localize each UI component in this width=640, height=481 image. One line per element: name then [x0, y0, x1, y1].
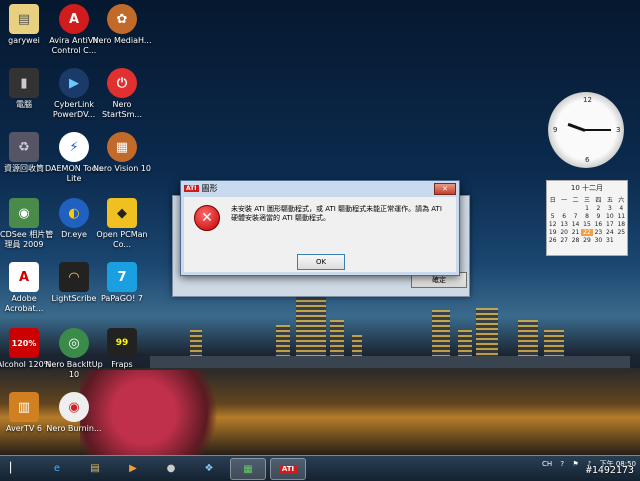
calendar-day[interactable]: 22 — [581, 229, 593, 236]
calendar-day[interactable]: 29 — [581, 237, 592, 244]
desktop-icon-nero-startsmart[interactable]: ⏻ Nero StartSm... — [92, 68, 152, 120]
desktop-icon-papago[interactable]: 7 PaPaGO! 7 — [92, 262, 152, 304]
flower-bushes — [80, 370, 240, 455]
calendar-day[interactable]: 26 — [547, 237, 558, 244]
media-player-icon[interactable]: ▶ — [116, 458, 150, 478]
calendar-day[interactable]: 24 — [604, 229, 615, 236]
calendar-day[interactable]: 3 — [604, 205, 615, 212]
calendar-day[interactable]: 18 — [616, 221, 627, 228]
calendar-day[interactable]: 19 — [547, 229, 558, 236]
calendar-day[interactable]: 5 — [547, 213, 558, 220]
calendar-day[interactable]: 30 — [593, 237, 604, 244]
explorer-icon[interactable]: ▤ — [78, 458, 112, 478]
calendar-gadget[interactable]: 10 十二月 日一二三四五六 1 2 3 4 5 6 7 8 9 10 11 12 13 14 15 16 17 1… — [546, 180, 628, 256]
calendar-day[interactable]: 6 — [558, 213, 569, 220]
calendar-day[interactable]: 8 — [581, 213, 592, 220]
ati-logo-icon: ATI — [184, 184, 199, 192]
calendar-day[interactable]: 17 — [604, 221, 615, 228]
calendar-day[interactable]: 23 — [593, 229, 604, 236]
calendar-header: 10 十二月 — [570, 184, 604, 192]
papago-icon: 7 — [107, 262, 137, 292]
calendar-weekday: 六 — [618, 197, 625, 204]
nero-backitup-icon: ◎ — [59, 328, 89, 358]
network-icon[interactable]: ❖ — [192, 458, 226, 478]
input-language[interactable]: CH — [542, 460, 552, 468]
calendar-day[interactable]: 14 — [570, 221, 581, 228]
clock-gadget[interactable]: 12 3 6 9 — [548, 92, 624, 168]
calendar-day[interactable]: 4 — [616, 205, 627, 212]
calendar-day[interactable]: 27 — [558, 237, 569, 244]
dialog-titlebar[interactable]: ATI 圖形 ✕ — [181, 181, 459, 195]
watermark: #1492173 — [585, 465, 634, 476]
desktop-icon-fraps[interactable]: 99 Fraps — [92, 328, 152, 370]
calendar-day[interactable]: 9 — [593, 213, 604, 220]
folder-icon: ▤ — [9, 4, 39, 34]
calendar-day[interactable]: 16 — [593, 221, 604, 228]
desktop-icon-nero-mediahome[interactable]: ✿ Nero MediaH... — [92, 4, 152, 46]
lightscribe-icon: ◠ — [59, 262, 89, 292]
ie-icon[interactable]: e — [40, 458, 74, 478]
acrobat-icon: A — [9, 262, 39, 292]
desktop-icon-pcman[interactable]: ◆ Open PCMan Co... — [92, 198, 152, 250]
flag-icon[interactable]: ⚑ — [572, 460, 578, 468]
power-icon: ⏻ — [107, 68, 137, 98]
acdsee-icon: ◉ — [9, 198, 39, 228]
calendar-day[interactable]: 10 — [604, 213, 615, 220]
calendar-weekday: 一 — [561, 197, 568, 204]
calendar-day[interactable]: 1 — [581, 205, 592, 212]
powerdvd-icon: ▶ — [59, 68, 89, 98]
avertv-icon: ▥ — [9, 392, 39, 422]
minute-hand — [585, 129, 611, 131]
alcohol-icon: 120% — [9, 328, 39, 358]
show-desktop-button[interactable]: ▏ — [4, 458, 24, 478]
desktop-icon-nero-vision[interactable]: ▦ Nero Vision 10 — [92, 132, 152, 174]
ok-button[interactable]: OK — [297, 254, 345, 270]
calendar-day[interactable]: 15 — [581, 221, 592, 228]
calendar-weekday: 三 — [583, 197, 590, 204]
daemon-tools-icon: ⚡ — [59, 132, 89, 162]
calendar-weekday: 五 — [606, 197, 613, 204]
ati-error-dialog: ATI 圖形 ✕ ✕ 未安裝 ATI 圖形驅動程式，或 ATI 驅動程式未能正常… — [180, 180, 460, 276]
calendar-day[interactable]: 20 — [558, 229, 569, 236]
calendar-day — [558, 205, 569, 212]
calendar-day[interactable]: 12 — [547, 221, 558, 228]
nero-mediahome-icon: ✿ — [107, 4, 137, 34]
game-icon[interactable]: ● — [154, 458, 188, 478]
calendar-day — [570, 205, 581, 212]
calendar-day[interactable]: 28 — [570, 237, 581, 244]
control-panel-task[interactable]: ▦ — [230, 458, 266, 480]
calendar-weekday: 日 — [549, 197, 556, 204]
desktop-icon-nero-burning[interactable]: ◉ Nero Burnin... — [44, 392, 104, 434]
calendar-day[interactable]: 13 — [558, 221, 569, 228]
dialog-body: ✕ 未安裝 ATI 圖形驅動程式，或 ATI 驅動程式未能正常運作。請為 ATI… — [184, 197, 456, 272]
calendar-weekday: 四 — [595, 197, 602, 204]
hour-hand — [567, 122, 586, 132]
calendar-day[interactable]: 21 — [570, 229, 581, 236]
help-icon[interactable]: ? — [560, 460, 564, 468]
pcman-icon: ◆ — [107, 198, 137, 228]
error-icon: ✕ — [194, 205, 220, 231]
calendar-weekday: 二 — [572, 197, 579, 204]
computer-icon: ▮ — [9, 68, 39, 98]
calendar-day[interactable]: 31 — [604, 237, 615, 244]
ati-task[interactable]: ATI — [270, 458, 306, 480]
dialog-title: 圖形 — [201, 183, 218, 193]
recycle-bin-icon: ♻ — [9, 132, 39, 162]
dialog-message: 未安裝 ATI 圖形驅動程式，或 ATI 驅動程式未能正常運作。請為 ATI 硬… — [231, 205, 442, 222]
calendar-day[interactable]: 25 — [616, 229, 627, 236]
fraps-icon: 99 — [107, 328, 137, 358]
nero-vision-icon: ▦ — [107, 132, 137, 162]
calendar-grid: 日一二三四五六 1 2 3 4 5 6 7 8 9 10 11 12 13 14 15 16 17 18 19 20 21… — [547, 195, 627, 244]
taskbar: ▏ e ▤ ▶ ● ❖ ▦ ATI CH ? ⚑ ♪ 下午 08:50 — [0, 455, 640, 481]
close-button[interactable]: ✕ — [434, 183, 456, 195]
calendar-day[interactable]: 7 — [570, 213, 581, 220]
calendar-day[interactable]: 11 — [616, 213, 627, 220]
nero-burning-icon: ◉ — [59, 392, 89, 422]
avira-icon: A — [59, 4, 89, 34]
calendar-day — [547, 205, 558, 212]
dreye-icon: ◐ — [59, 198, 89, 228]
calendar-day[interactable]: 2 — [593, 205, 604, 212]
